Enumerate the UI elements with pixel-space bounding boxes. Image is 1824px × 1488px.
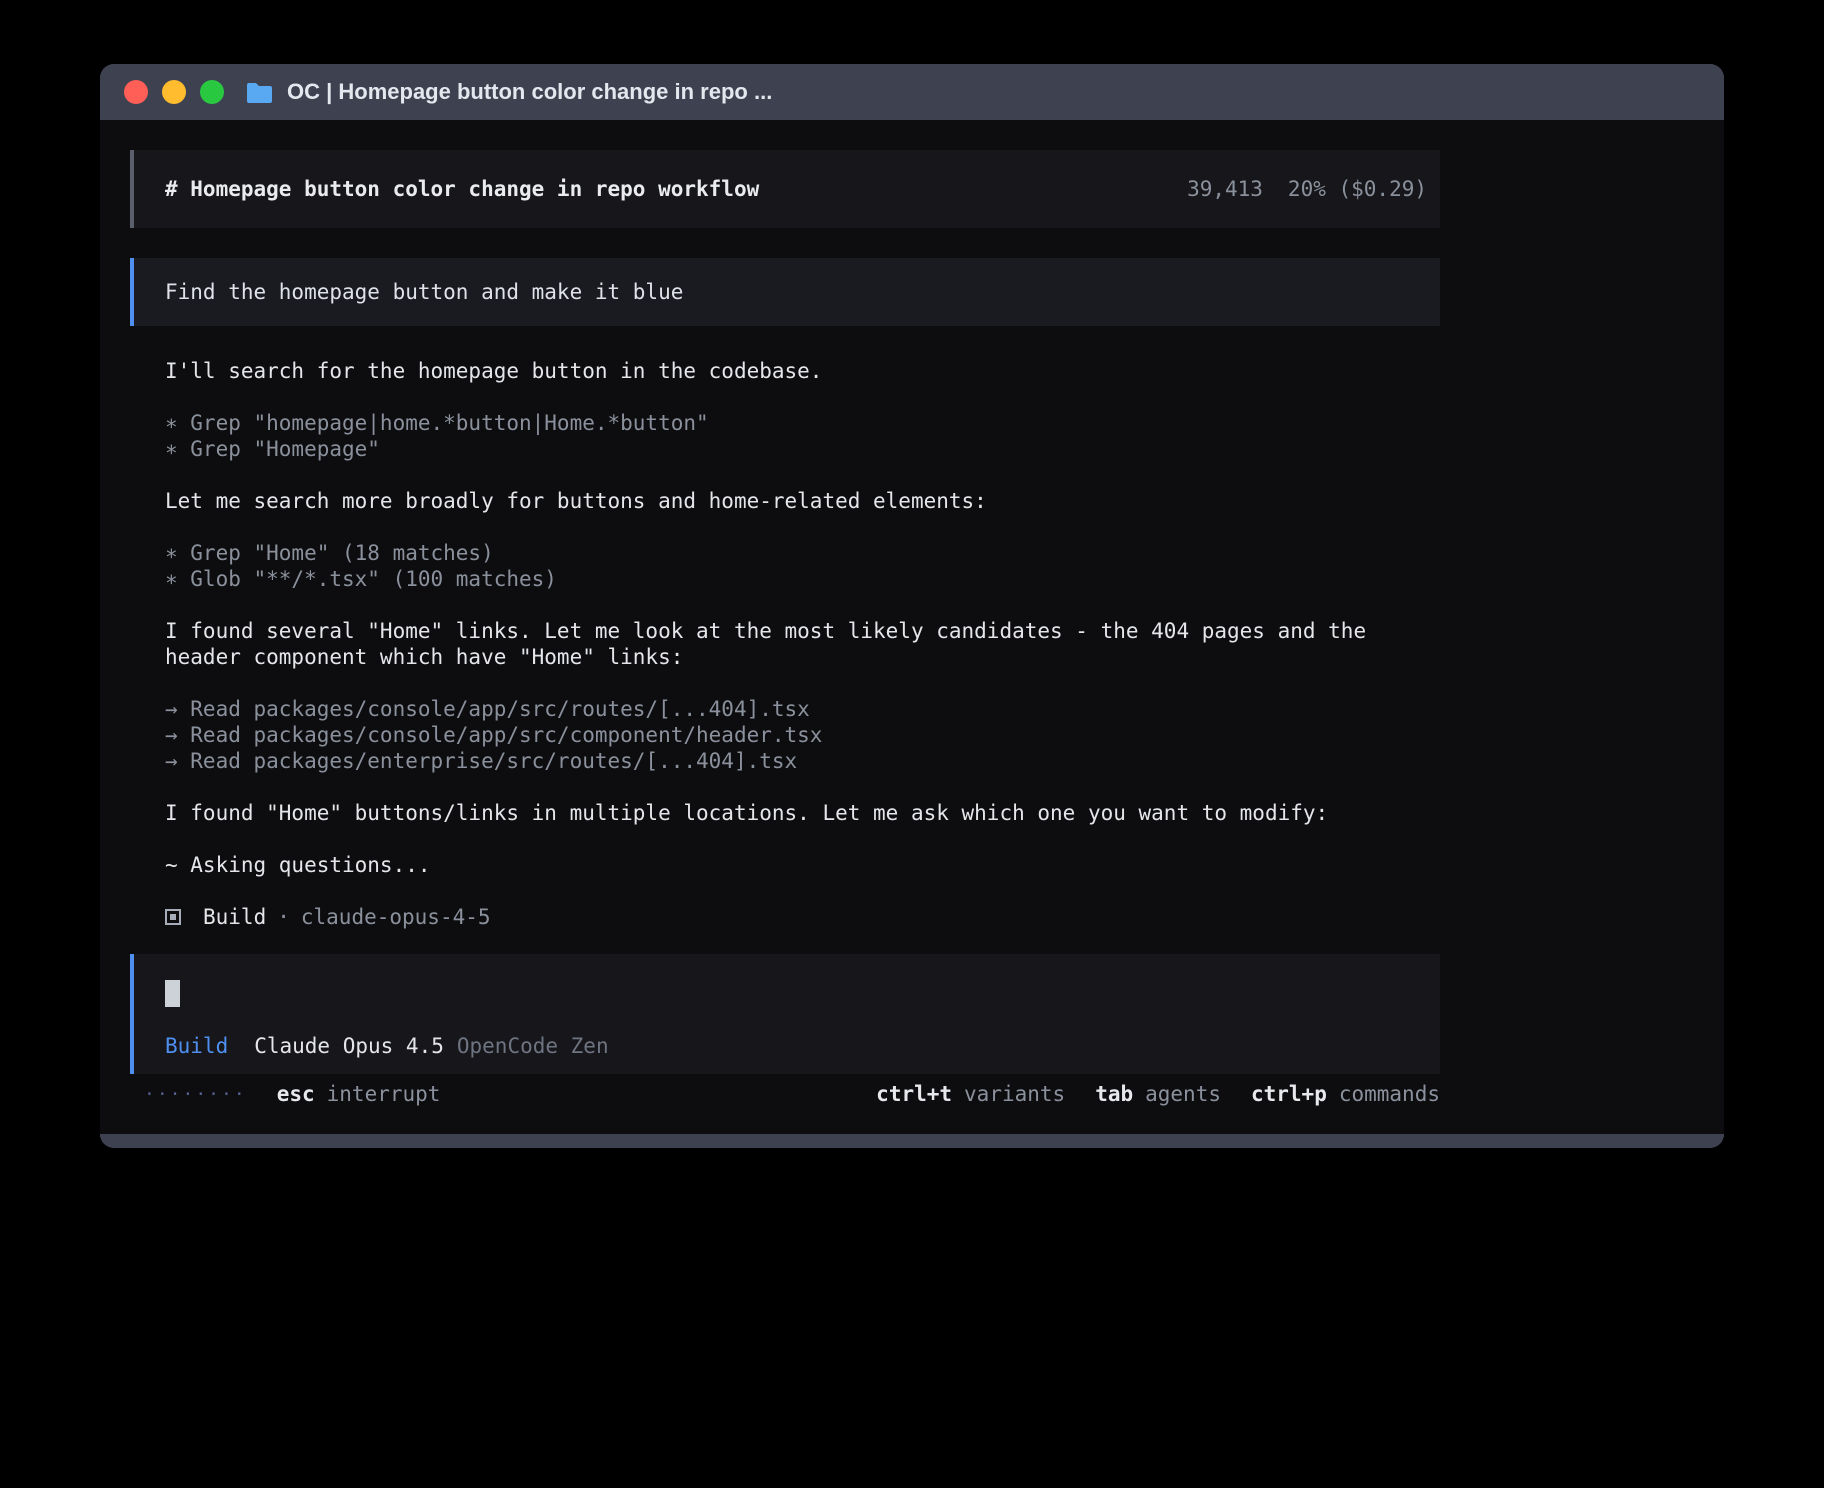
agent-separator: · <box>277 904 290 930</box>
window-title: OC | Homepage button color change in rep… <box>287 79 772 105</box>
status-bar: ········ esc interrupt ctrl+t variants t… <box>130 1082 1440 1106</box>
provider-label: OpenCode Zen <box>457 1034 609 1058</box>
status-left: ········ esc interrupt <box>130 1082 440 1106</box>
assistant-line: I'll search for the homepage button in t… <box>165 358 1440 384</box>
agent-icon <box>165 909 181 925</box>
mode-label[interactable]: Build <box>165 1034 228 1058</box>
window-bottom-edge <box>100 1134 1724 1148</box>
hint-label: commands <box>1339 1082 1440 1106</box>
tool-call-line: ∗ Glob "**/*.tsx" (100 matches) <box>165 566 1440 592</box>
hint-label: variants <box>964 1082 1065 1106</box>
assistant-text-block: I found several "Home" links. Let me loo… <box>165 618 1440 670</box>
token-count: 39,413 <box>1187 177 1263 201</box>
tool-call-line: → Read packages/console/app/src/componen… <box>165 722 1440 748</box>
prompt-input[interactable]: Build Claude Opus 4.5 OpenCode Zen <box>130 954 1440 1074</box>
tool-call-line: ∗ Grep "homepage|home.*button|Home.*butt… <box>165 410 1440 436</box>
text-cursor <box>165 980 180 1007</box>
hint-variants: ctrl+t variants <box>876 1082 1065 1106</box>
tool-call-block: → Read packages/console/app/src/routes/[… <box>165 696 1440 774</box>
terminal-content: # Homepage button color change in repo w… <box>100 120 1724 1134</box>
assistant-status-block: ~ Asking questions... <box>165 852 1440 878</box>
terminal-window: OC | Homepage button color change in rep… <box>100 64 1724 1148</box>
session-stats: 39,413 20% ($0.29) <box>1187 177 1427 201</box>
esc-key: esc <box>277 1082 315 1106</box>
agent-status-row: Build · claude-opus-4-5 <box>165 904 1440 930</box>
close-button[interactable] <box>124 80 148 104</box>
model-label[interactable]: Claude Opus 4.5 <box>254 1034 444 1058</box>
assistant-line: ~ Asking questions... <box>165 852 1440 878</box>
hint-key: ctrl+t <box>876 1082 952 1106</box>
agent-model: claude-opus-4-5 <box>301 904 491 930</box>
assistant-text-block: Let me search more broadly for buttons a… <box>165 488 1440 514</box>
user-message-text: Find the homepage button and make it blu… <box>165 280 683 304</box>
user-message: Find the homepage button and make it blu… <box>130 258 1440 326</box>
tool-call-line: → Read packages/console/app/src/routes/[… <box>165 696 1440 722</box>
hint-interrupt: esc interrupt <box>277 1082 441 1106</box>
assistant-text-block: I'll search for the homepage button in t… <box>165 358 1440 384</box>
agent-icon-dot <box>170 914 176 920</box>
hint-key: tab <box>1095 1082 1133 1106</box>
hint-agents: tab agents <box>1095 1082 1221 1106</box>
tool-call-block: ∗ Grep "homepage|home.*button|Home.*butt… <box>165 410 1440 462</box>
tool-call-line: ∗ Grep "Homepage" <box>165 436 1440 462</box>
tool-call-line: ∗ Grep "Home" (18 matches) <box>165 540 1440 566</box>
assistant-line: I found several "Home" links. Let me loo… <box>165 618 1440 670</box>
hint-commands: ctrl+p commands <box>1251 1082 1440 1106</box>
esc-label: interrupt <box>327 1082 441 1106</box>
traffic-lights <box>124 80 224 104</box>
assistant-line: Let me search more broadly for buttons a… <box>165 488 1440 514</box>
titlebar[interactable]: OC | Homepage button color change in rep… <box>100 64 1724 120</box>
folder-icon <box>246 82 273 103</box>
session-header: # Homepage button color change in repo w… <box>130 150 1440 228</box>
status-right: ctrl+t variants tab agents ctrl+p comman… <box>876 1082 1440 1106</box>
agent-name: Build <box>203 904 266 930</box>
context-cost: 20% ($0.29) <box>1288 177 1427 201</box>
input-meta: Build Claude Opus 4.5 OpenCode Zen <box>165 1034 1440 1058</box>
minimize-button[interactable] <box>162 80 186 104</box>
hint-key: ctrl+p <box>1251 1082 1327 1106</box>
transcript: I'll search for the homepage button in t… <box>130 358 1440 930</box>
session-title: # Homepage button color change in repo w… <box>165 177 759 201</box>
assistant-line: I found "Home" buttons/links in multiple… <box>165 800 1440 826</box>
zoom-button[interactable] <box>200 80 224 104</box>
tool-call-block: ∗ Grep "Home" (18 matches) ∗ Glob "**/*.… <box>165 540 1440 592</box>
hint-label: agents <box>1145 1082 1221 1106</box>
assistant-text-block: I found "Home" buttons/links in multiple… <box>165 800 1440 826</box>
progress-dots: ········ <box>144 1084 247 1105</box>
tool-call-line: → Read packages/enterprise/src/routes/[.… <box>165 748 1440 774</box>
